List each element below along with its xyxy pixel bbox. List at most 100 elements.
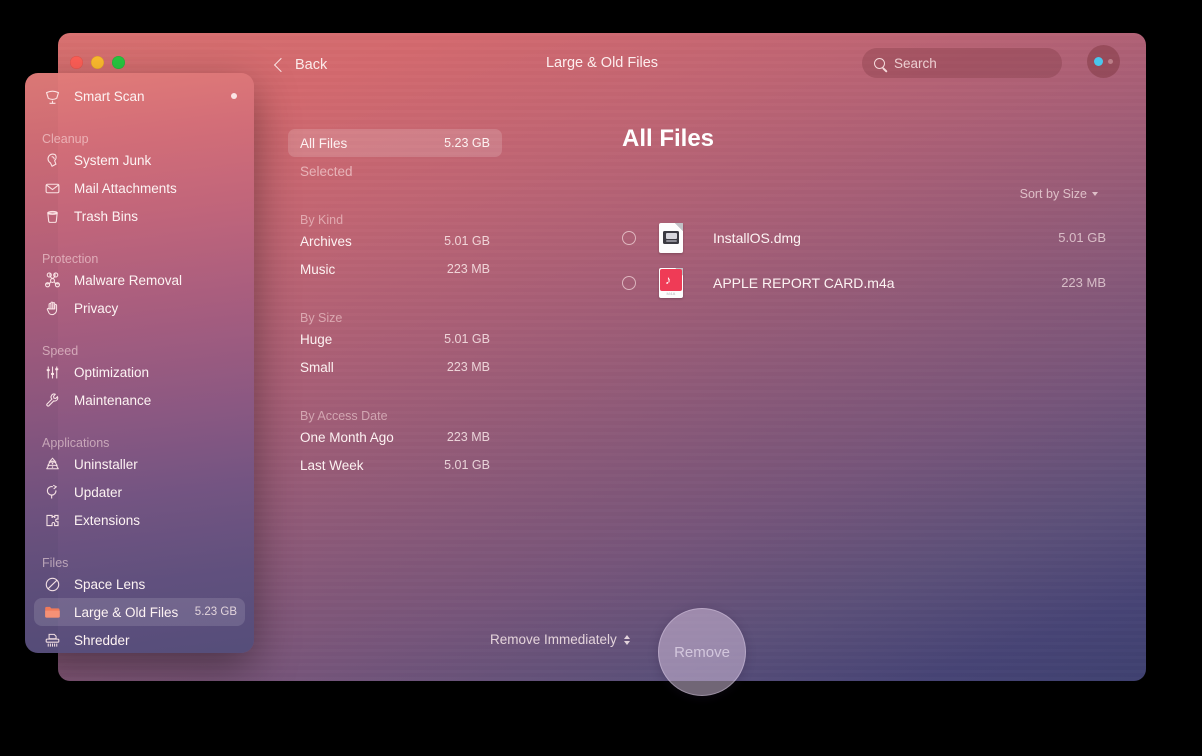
sidebar-item-label: Shredder <box>74 633 130 648</box>
secondary-dot-icon <box>1108 59 1113 64</box>
filter-group-header: By Kind <box>288 203 502 227</box>
sidebar-item-shredder[interactable]: Shredder <box>34 626 245 653</box>
sidebar-item-privacy[interactable]: Privacy <box>34 294 245 322</box>
filter-size: 5.01 GB <box>444 234 490 248</box>
hand-icon <box>42 298 62 318</box>
shredder-icon <box>42 630 62 650</box>
filter-selected[interactable]: Selected <box>288 157 502 185</box>
remove-button[interactable]: Remove <box>658 608 746 696</box>
sort-label: Sort by Size <box>1020 187 1087 201</box>
remove-mode-dropdown[interactable]: Remove Immediately <box>490 632 630 647</box>
table-row[interactable]: ♪ M4A APPLE REPORT CARD.m4a 223 MB <box>622 260 1106 305</box>
dmg-file-icon <box>659 223 683 253</box>
filter-one-month-ago[interactable]: One Month Ago 223 MB <box>288 423 502 451</box>
filter-size: 223 MB <box>447 360 490 374</box>
table-row[interactable]: InstallOS.dmg 5.01 GB <box>622 215 1106 260</box>
filter-label: Huge <box>300 332 332 347</box>
content-area: All Files Sort by Size InstallOS.dmg 5.0… <box>510 95 1146 681</box>
sidebar-item-maintenance[interactable]: Maintenance <box>34 386 245 414</box>
filter-label: Music <box>300 262 335 277</box>
filter-huge[interactable]: Huge 5.01 GB <box>288 325 502 353</box>
sidebar-item-label: System Junk <box>74 153 151 168</box>
notification-dot-icon <box>231 93 237 99</box>
filter-size: 5.01 GB <box>444 458 490 472</box>
sidebar-item-updater[interactable]: Updater <box>34 478 245 506</box>
uninstaller-icon <box>42 454 62 474</box>
close-button[interactable] <box>70 56 83 69</box>
minimize-button[interactable] <box>91 56 104 69</box>
filter-panel: All Files 5.23 GB Selected By Kind Archi… <box>280 95 510 681</box>
sidebar-item-uninstaller[interactable]: Uninstaller <box>34 450 245 478</box>
sidebar-item-optimization[interactable]: Optimization <box>34 358 245 386</box>
search-field[interactable]: Search <box>862 48 1062 78</box>
sidebar-item-large-and-old-files[interactable]: Large & Old Files 5.23 GB <box>34 598 245 626</box>
sidebar-item-label: Privacy <box>74 301 118 316</box>
filter-label: Selected <box>300 164 353 179</box>
sidebar-item-mail-attachments[interactable]: Mail Attachments <box>34 174 245 202</box>
filter-label: Archives <box>300 234 352 249</box>
sidebar-item-label: Large & Old Files <box>74 605 178 620</box>
sidebar-item-label: Uninstaller <box>74 457 138 472</box>
window-controls <box>70 56 125 69</box>
sidebar-item-smart-scan[interactable]: Smart Scan <box>34 82 245 110</box>
file-size: 5.01 GB <box>1058 230 1106 245</box>
music-note-icon: ♪ <box>665 274 671 286</box>
sliders-icon <box>42 362 62 382</box>
chevron-down-icon <box>1092 192 1098 196</box>
sidebar-item-label: Extensions <box>74 513 140 528</box>
m4a-file-icon: ♪ M4A <box>659 268 683 298</box>
filter-label: Small <box>300 360 334 375</box>
sidebar-item-label: Smart Scan <box>74 89 145 104</box>
file-size: 223 MB <box>1061 275 1106 290</box>
filter-all-files[interactable]: All Files 5.23 GB <box>288 129 502 157</box>
file-name: InstallOS.dmg <box>713 230 801 246</box>
envelope-icon <box>42 178 62 198</box>
filter-archives[interactable]: Archives 5.01 GB <box>288 227 502 255</box>
trash-bin-icon <box>42 206 62 226</box>
sidebar-item-label: Space Lens <box>74 577 145 592</box>
sidebar-group-header: Speed <box>34 332 245 358</box>
filter-small[interactable]: Small 223 MB <box>288 353 502 381</box>
file-checkbox[interactable] <box>622 276 636 290</box>
chevron-left-icon <box>274 58 288 72</box>
folder-icon <box>42 602 62 622</box>
app-menu-button[interactable] <box>1087 45 1120 78</box>
search-placeholder: Search <box>894 56 937 71</box>
page-title: All Files <box>622 125 714 153</box>
filter-size: 5.01 GB <box>444 332 490 346</box>
sidebar-group-header: Files <box>34 544 245 570</box>
back-label: Back <box>295 57 327 73</box>
sidebar-item-extensions[interactable]: Extensions <box>34 506 245 534</box>
filter-group-header: By Size <box>288 301 502 325</box>
sidebar-group-header: Protection <box>34 240 245 266</box>
sidebar-item-label: Trash Bins <box>74 209 138 224</box>
sidebar-item-system-junk[interactable]: System Junk <box>34 146 245 174</box>
file-checkbox[interactable] <box>622 231 636 245</box>
sidebar-item-malware-removal[interactable]: Malware Removal <box>34 266 245 294</box>
stepper-chevrons-icon <box>624 635 630 645</box>
sidebar-group-header: Applications <box>34 424 245 450</box>
sidebar-item-label: Updater <box>74 485 122 500</box>
filter-size: 223 MB <box>447 430 490 444</box>
sidebar: Smart Scan Cleanup System Junk Mail Atta… <box>25 73 254 653</box>
remove-button-label: Remove <box>674 644 730 661</box>
zoom-button[interactable] <box>112 56 125 69</box>
space-lens-icon <box>42 574 62 594</box>
filter-music[interactable]: Music 223 MB <box>288 255 502 283</box>
sidebar-item-trash-bins[interactable]: Trash Bins <box>34 202 245 230</box>
sort-dropdown[interactable]: Sort by Size <box>1020 187 1098 201</box>
back-button[interactable]: Back <box>276 51 327 79</box>
file-type-tag: M4A <box>661 291 681 297</box>
sidebar-item-size: 5.23 GB <box>195 606 237 618</box>
puzzle-piece-icon <box>42 510 62 530</box>
filter-last-week[interactable]: Last Week 5.01 GB <box>288 451 502 479</box>
biohazard-icon <box>42 270 62 290</box>
sidebar-item-space-lens[interactable]: Space Lens <box>34 570 245 598</box>
wrench-icon <box>42 390 62 410</box>
sidebar-group-header: Cleanup <box>34 120 245 146</box>
file-name: APPLE REPORT CARD.m4a <box>713 275 895 291</box>
refresh-arrow-icon <box>42 482 62 502</box>
filter-label: Last Week <box>300 458 364 473</box>
sidebar-item-label: Maintenance <box>74 393 151 408</box>
filter-group-header: By Access Date <box>288 399 502 423</box>
